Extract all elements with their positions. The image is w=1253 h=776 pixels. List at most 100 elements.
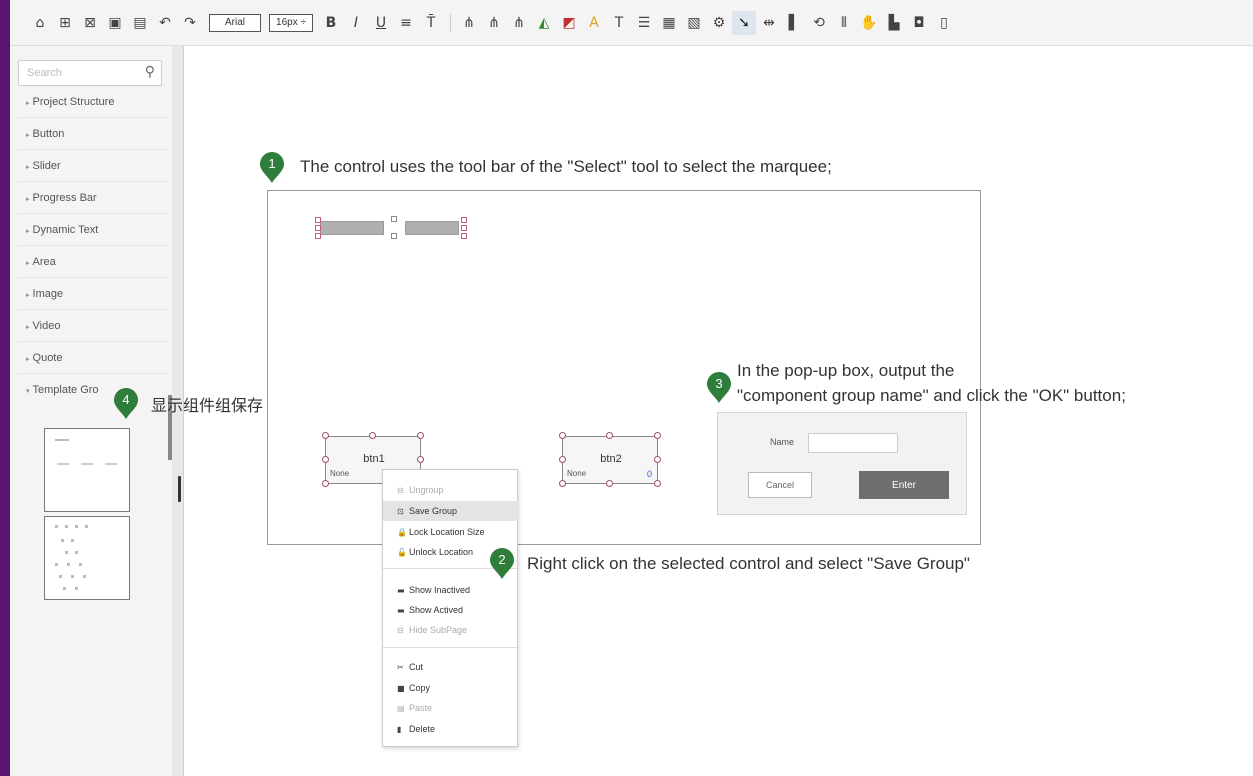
sidebar-item-area[interactable]: ▸ Area: [18, 248, 168, 278]
resize-handle[interactable]: [559, 480, 566, 487]
sidebar-item-project-structure[interactable]: ▸ Project Structure: [18, 88, 168, 118]
text-format-icon[interactable]: T̄: [419, 11, 443, 35]
menu-item-label: Cut: [409, 662, 424, 672]
layer-mid-icon[interactable]: ⋔: [507, 11, 531, 35]
resize-handle[interactable]: [417, 456, 424, 463]
menu-item-paste[interactable]: ▤ Paste: [383, 698, 519, 718]
copy-page-icon[interactable]: ▣: [103, 11, 127, 35]
sidebar-item-quote[interactable]: ▸ Quote: [18, 344, 168, 374]
cancel-button[interactable]: Cancel: [748, 472, 812, 498]
btn2-label: btn2: [600, 453, 622, 465]
sidebar-item-image[interactable]: ▸ Image: [18, 280, 168, 310]
resize-handle[interactable]: [654, 480, 661, 487]
layer-up-icon[interactable]: ⋔: [457, 11, 481, 35]
columns-icon[interactable]: ⦀: [832, 11, 856, 35]
menu-item-save-group[interactable]: ⊡ Save Group: [383, 501, 519, 521]
chevron-right-icon: ▸: [26, 324, 30, 331]
image-tool-icon[interactable]: ▧: [682, 11, 706, 35]
resize-handle[interactable]: [315, 233, 321, 239]
toolbar: ⌂ ⊞ ⊠ ▣ ▤ ↶ ↷ Arial 16px ÷ B I U ≡ T̄ ⋔ …: [10, 0, 1253, 46]
btn2-control[interactable]: btn2 None 0: [562, 436, 658, 484]
redo-icon[interactable]: ↷: [178, 11, 202, 35]
resize-handle[interactable]: [322, 456, 329, 463]
media-tool-icon[interactable]: ⚙: [707, 11, 731, 35]
paste-icon: ▤: [397, 704, 405, 713]
grid-tool-icon[interactable]: ▦: [657, 11, 681, 35]
border-color-icon[interactable]: ◩: [557, 11, 581, 35]
bold-icon[interactable]: B: [319, 11, 343, 35]
more-icon[interactable]: ▯: [932, 11, 956, 35]
home-icon[interactable]: ⌂: [28, 11, 52, 35]
menu-item-ungroup[interactable]: ⊟ Ungroup: [383, 480, 519, 500]
distribute-icon[interactable]: ⇹: [757, 11, 781, 35]
resize-handle[interactable]: [322, 480, 329, 487]
sidebar-item-label: Quote: [32, 352, 63, 364]
component-sidebar: Search ⚲ ▸ Project Structure ▸ Button ▸ Sli…: [10, 46, 172, 776]
resize-handle[interactable]: [559, 456, 566, 463]
sidebar-item-button[interactable]: ▸ Button: [18, 120, 168, 150]
resize-handle[interactable]: [391, 216, 397, 222]
resize-handle[interactable]: [391, 233, 397, 239]
layer-down-icon[interactable]: ⋔: [482, 11, 506, 35]
frame-icon[interactable]: ◘: [907, 11, 931, 35]
sidebar-item-label: Project Structure: [32, 96, 115, 108]
italic-icon[interactable]: I: [344, 11, 368, 35]
enter-button[interactable]: Enter: [859, 471, 949, 499]
resize-handle[interactable]: [461, 233, 467, 239]
show-inactived-icon: ▬: [397, 586, 405, 595]
resize-handle[interactable]: [322, 432, 329, 439]
search-icon[interactable]: ⚲: [145, 64, 155, 80]
picture-icon[interactable]: ▙: [882, 11, 906, 35]
menu-item-cut[interactable]: ✂ Cut: [383, 657, 519, 677]
fill-icon[interactable]: ◭: [532, 11, 556, 35]
template-thumbnail[interactable]: [44, 516, 130, 600]
menu-item-lock-location-size[interactable]: 🔒 Lock Location Size: [383, 522, 519, 542]
btn2-number: 0: [646, 469, 652, 479]
text-tool-icon[interactable]: T: [607, 11, 631, 35]
resize-handle[interactable]: [654, 432, 661, 439]
menu-item-show-inactived[interactable]: ▬ Show Inactived: [383, 580, 519, 600]
hand-tool-icon[interactable]: ✋: [857, 11, 881, 35]
step-2-annotation: Right click on the selected control and …: [527, 554, 970, 573]
sidebar-item-video[interactable]: ▸ Video: [18, 312, 168, 342]
resize-handle[interactable]: [606, 432, 613, 439]
undo-icon[interactable]: ↶: [153, 11, 177, 35]
table-tool-icon[interactable]: ☰: [632, 11, 656, 35]
chevron-right-icon: ▸: [26, 164, 30, 171]
search-input[interactable]: Search ⚲: [18, 60, 162, 86]
new-page-icon[interactable]: ⊞: [53, 11, 77, 35]
splitter-grip[interactable]: [178, 476, 181, 502]
font-family-select[interactable]: Arial: [209, 13, 261, 32]
resize-handle[interactable]: [461, 217, 467, 223]
resize-handle[interactable]: [315, 225, 321, 231]
resize-handle[interactable]: [315, 217, 321, 223]
resize-handle[interactable]: [369, 432, 376, 439]
resize-handle[interactable]: [606, 480, 613, 487]
menu-item-delete[interactable]: ▮ Delete: [383, 719, 519, 739]
align-left-icon[interactable]: ▌: [782, 11, 806, 35]
slider-control[interactable]: [405, 221, 459, 235]
font-color-icon[interactable]: A: [582, 11, 606, 35]
sidebar-item-slider[interactable]: ▸ Slider: [18, 152, 168, 182]
rotate-icon[interactable]: ⟲: [807, 11, 831, 35]
group-name-input[interactable]: [808, 433, 898, 453]
underline-icon[interactable]: U: [369, 11, 393, 35]
resize-handle[interactable]: [461, 225, 467, 231]
align-icon[interactable]: ≡: [394, 11, 418, 35]
menu-item-copy[interactable]: ■ Copy: [383, 678, 519, 698]
font-size-select[interactable]: 16px ÷: [269, 13, 313, 32]
menu-item-hide-subpage[interactable]: ⊟ Hide SubPage: [383, 620, 519, 640]
sidebar-item-dynamic-text[interactable]: ▸ Dynamic Text: [18, 216, 168, 246]
delete-page-icon[interactable]: ⊠: [78, 11, 102, 35]
select-tool-icon[interactable]: ➘: [732, 10, 756, 35]
slider-control[interactable]: [320, 221, 384, 235]
chevron-right-icon: ▸: [26, 260, 30, 267]
resize-handle[interactable]: [417, 432, 424, 439]
template-thumbnail[interactable]: [44, 428, 130, 512]
resize-handle[interactable]: [559, 432, 566, 439]
resize-handle[interactable]: [654, 456, 661, 463]
menu-item-show-actived[interactable]: ▬ Show Actived: [383, 600, 519, 620]
paste-page-icon[interactable]: ▤: [128, 11, 152, 35]
sidebar-item-template-group[interactable]: ▾ Template Gro: [18, 376, 168, 406]
sidebar-item-progress-bar[interactable]: ▸ Progress Bar: [18, 184, 168, 214]
